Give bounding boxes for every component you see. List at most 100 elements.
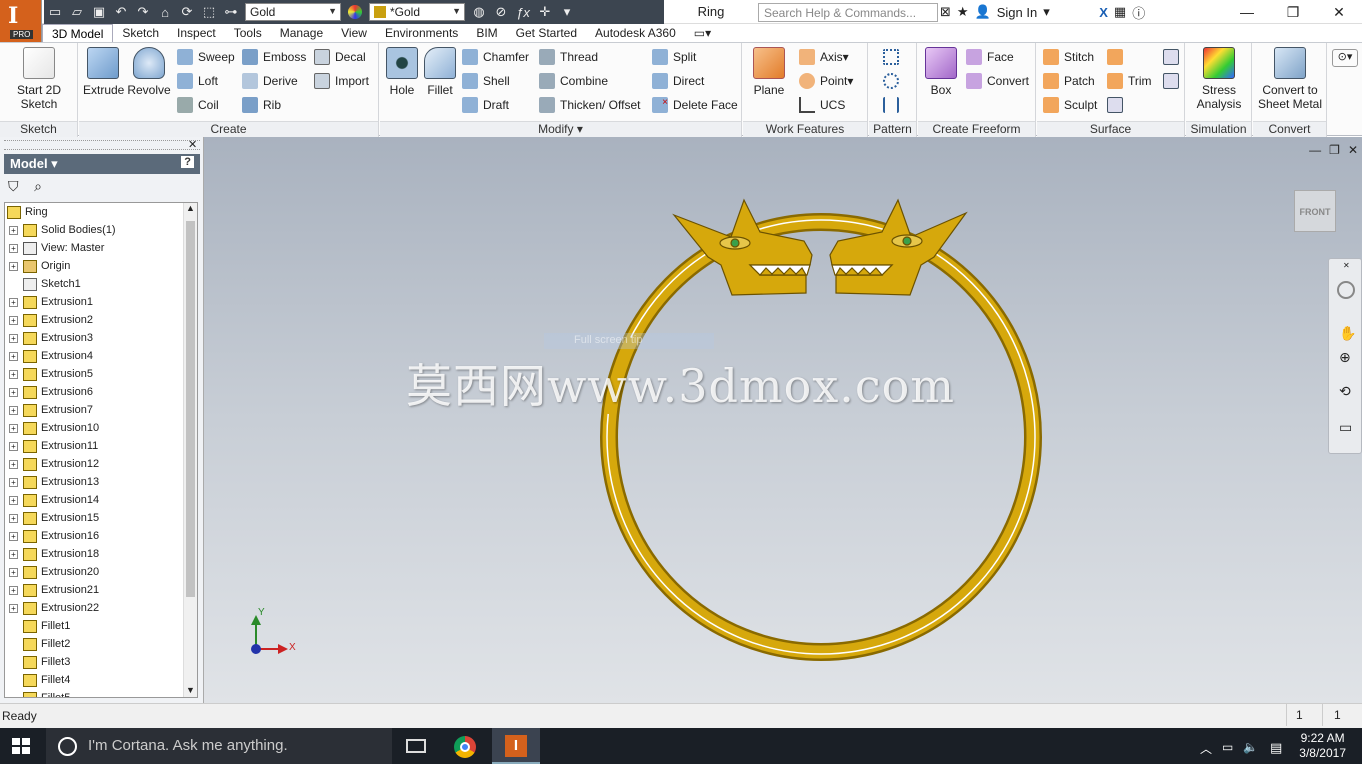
tab-environments[interactable]: Environments xyxy=(376,24,467,42)
tab-autodesk-a360[interactable]: Autodesk A360 xyxy=(586,24,685,42)
import-button[interactable]: Import xyxy=(314,71,369,91)
restore-icon[interactable]: ❐ xyxy=(1329,143,1340,157)
expand-icon[interactable]: + xyxy=(9,261,18,271)
tree-item[interactable]: + Extrusion7 xyxy=(9,401,93,419)
circular-pattern-button[interactable] xyxy=(883,71,904,91)
expand-icon[interactable]: + xyxy=(9,585,18,595)
appearance-icon[interactable] xyxy=(344,1,366,23)
point-button[interactable]: Point ▾ xyxy=(799,71,853,91)
expand-icon[interactable]: + xyxy=(9,315,18,325)
draft-button[interactable]: Draft xyxy=(462,95,509,115)
tab-tools[interactable]: Tools xyxy=(225,24,271,42)
navbar-close-icon[interactable]: ✕ xyxy=(1343,261,1350,270)
patch-button[interactable]: Patch xyxy=(1043,71,1095,91)
viewcube[interactable]: FRONT xyxy=(1294,190,1336,232)
tree-item[interactable]: + View: Master xyxy=(9,239,104,257)
update-icon[interactable]: ⟳ xyxy=(176,1,198,23)
revolve-button[interactable]: Revolve xyxy=(125,47,173,97)
expand-icon[interactable]: + xyxy=(9,423,18,433)
restore-icon[interactable]: ❐ xyxy=(1270,0,1316,24)
boundary-button[interactable] xyxy=(1163,47,1184,67)
tree-item[interactable]: + Origin xyxy=(9,257,70,275)
minimize-icon[interactable]: — xyxy=(1224,0,1270,24)
hole-button[interactable]: Hole xyxy=(384,47,420,97)
look-at-icon[interactable]: ▭ xyxy=(1339,419,1352,436)
orbit-icon[interactable]: ⟲ xyxy=(1339,383,1351,400)
star-icon[interactable]: ★ xyxy=(957,4,969,20)
tree-item[interactable]: + Extrusion4 xyxy=(9,347,93,365)
fillet-button[interactable]: Fillet xyxy=(422,47,458,97)
box-button[interactable]: Box xyxy=(922,47,960,97)
split-button[interactable]: Split xyxy=(652,47,696,67)
expand-icon[interactable]: + xyxy=(9,351,18,361)
tree-item[interactable]: Fillet2 xyxy=(9,635,70,653)
tree-item[interactable]: Fillet1 xyxy=(9,617,70,635)
tree-item[interactable]: + Extrusion16 xyxy=(9,527,99,545)
expand-icon[interactable] xyxy=(9,694,18,698)
windows-start-icon[interactable] xyxy=(12,738,30,754)
tab-sketch[interactable]: Sketch xyxy=(113,24,168,42)
expand-icon[interactable] xyxy=(9,622,18,631)
expand-icon[interactable]: + xyxy=(9,441,18,451)
emboss-button[interactable]: Emboss xyxy=(242,47,306,67)
new-file-icon[interactable]: ▭ xyxy=(44,1,66,23)
expand-icon[interactable]: + xyxy=(9,567,18,577)
trim-button[interactable]: Trim xyxy=(1107,71,1152,91)
minimize-icon[interactable]: — xyxy=(1309,143,1321,157)
filter-icon[interactable]: ⛉ xyxy=(8,178,19,194)
browser-close-icon[interactable]: ✕ xyxy=(188,138,197,151)
expand-icon[interactable]: + xyxy=(9,459,18,469)
panel-title-modify[interactable]: Modify ▾ xyxy=(380,121,741,137)
tree-item[interactable]: Sketch1 xyxy=(9,275,81,293)
tree-item[interactable]: + Extrusion22 xyxy=(9,599,99,617)
user-icon[interactable]: 👤 xyxy=(975,4,991,20)
convert-button[interactable]: Convert xyxy=(966,71,1029,91)
exchange-icon[interactable]: X xyxy=(1099,5,1108,20)
derive-button[interactable]: Derive xyxy=(242,71,298,91)
zoom-icon[interactable]: ⊕ xyxy=(1339,349,1351,366)
combine-button[interactable]: Combine xyxy=(539,71,608,91)
clear-icon[interactable]: ⊘ xyxy=(490,1,512,23)
tree-item[interactable]: + Extrusion6 xyxy=(9,383,93,401)
tree-item[interactable]: + Extrusion10 xyxy=(9,419,99,437)
axis-button[interactable]: Axis ▾ xyxy=(799,47,849,67)
expand-icon[interactable]: + xyxy=(9,603,18,613)
tab-inspect[interactable]: Inspect xyxy=(168,24,225,42)
open-folder-icon[interactable]: ▱ xyxy=(66,1,88,23)
network-icon[interactable]: ▭ xyxy=(1222,740,1233,757)
chamfer-button[interactable]: Chamfer xyxy=(462,47,529,67)
expand-icon[interactable]: + xyxy=(9,495,18,505)
tab-bim[interactable]: BIM xyxy=(467,24,506,42)
steering-wheel-icon[interactable] xyxy=(1337,281,1355,299)
tree-item[interactable]: + Solid Bodies(1) xyxy=(9,221,116,239)
measure-icon[interactable]: ⊶ xyxy=(220,1,242,23)
expand-icon[interactable] xyxy=(9,280,18,289)
taskbar-clock[interactable]: 9:22 AM 3/8/2017 xyxy=(1299,731,1346,761)
chevron-up-icon[interactable]: ︿ xyxy=(1200,740,1212,757)
save-icon[interactable]: ▣ xyxy=(88,1,110,23)
expand-icon[interactable]: + xyxy=(9,369,18,379)
adjust-icon[interactable]: ◍ xyxy=(468,1,490,23)
ruled-surface-button[interactable] xyxy=(1163,71,1184,91)
rib-button[interactable]: Rib xyxy=(242,95,281,115)
help-icon[interactable]: ⓘ xyxy=(1132,3,1145,22)
plane-button[interactable]: Plane xyxy=(749,47,789,97)
scroll-up-icon[interactable]: ▲ xyxy=(186,203,195,213)
expand-icon[interactable] xyxy=(9,676,18,685)
expand-icon[interactable] xyxy=(9,658,18,667)
shell-button[interactable]: Shell xyxy=(462,71,510,91)
chrome-icon[interactable] xyxy=(454,736,476,758)
close-icon[interactable]: ✕ xyxy=(1348,143,1358,157)
tree-item[interactable]: Fillet3 xyxy=(9,653,70,671)
delete-face-button[interactable]: × Delete Face xyxy=(652,95,738,115)
close-icon[interactable]: ✕ xyxy=(1316,0,1362,24)
expand-icon[interactable]: + xyxy=(9,531,18,541)
task-view-icon[interactable] xyxy=(406,739,426,753)
extend-button[interactable] xyxy=(1107,47,1128,67)
cart-icon[interactable]: ▦ xyxy=(1114,4,1126,20)
sculpt-button[interactable]: Sculpt xyxy=(1043,95,1097,115)
tree-item[interactable]: + Extrusion18 xyxy=(9,545,99,563)
appearance-select[interactable]: *Gold ▼ xyxy=(369,3,465,21)
redo-icon[interactable]: ↷ xyxy=(132,1,154,23)
scroll-thumb[interactable] xyxy=(186,221,195,597)
